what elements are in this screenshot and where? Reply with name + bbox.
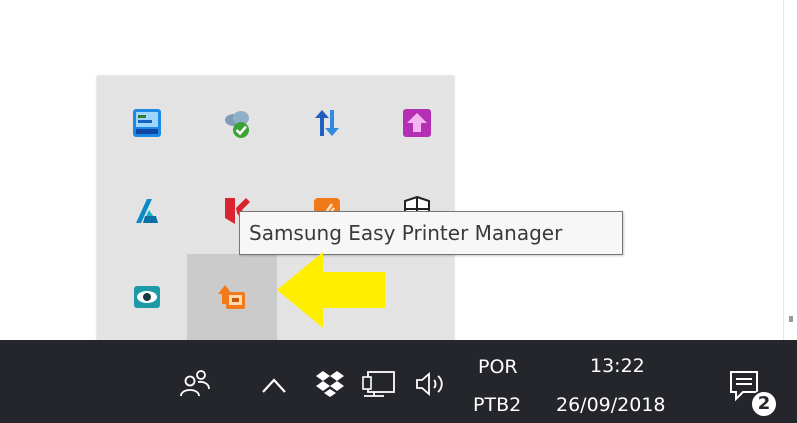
chevron-up-icon[interactable] <box>259 370 289 398</box>
tooltip: Samsung Easy Printer Manager <box>239 211 623 255</box>
volume-icon[interactable] <box>411 368 451 400</box>
samsung-easy-printer-manager-icon <box>218 285 245 309</box>
tray-item-purple-upload[interactable] <box>373 80 463 166</box>
network-icon[interactable] <box>360 368 398 400</box>
control-panel-icon <box>133 109 161 137</box>
tray-item-control-panel[interactable] <box>103 80 193 166</box>
clock-date[interactable]: 26/09/2018 <box>556 394 666 416</box>
sync-arrows-icon <box>315 110 339 136</box>
tray-overflow-panel <box>97 76 454 344</box>
eye-monitor-icon <box>134 286 160 308</box>
clock-time[interactable]: 13:22 <box>590 355 645 377</box>
notification-count-badge: 2 <box>752 392 776 416</box>
purple-upload-icon <box>403 109 431 137</box>
tray-item-samsung-easy-printer-manager[interactable] <box>187 254 277 340</box>
autodesk-icon <box>136 199 158 223</box>
tooltip-text: Samsung Easy Printer Manager <box>249 221 563 245</box>
cloud-sync-check-icon <box>225 111 249 138</box>
tray-item-eye-monitor[interactable] <box>103 254 193 340</box>
taskbar <box>0 340 797 423</box>
page-scrollbar-thumb[interactable] <box>789 316 793 322</box>
input-language-code[interactable]: POR <box>478 356 518 378</box>
keyboard-layout-code[interactable]: PTB2 <box>473 394 521 416</box>
dropbox-icon[interactable] <box>314 369 346 399</box>
annotation-arrow-icon <box>277 252 385 328</box>
tray-item-sync-arrows[interactable] <box>283 80 373 166</box>
tray-item-autodesk[interactable] <box>103 168 193 254</box>
people-icon[interactable] <box>178 366 212 400</box>
tray-item-cloud-sync[interactable] <box>193 80 283 166</box>
page-scrollbar-track <box>783 0 784 340</box>
